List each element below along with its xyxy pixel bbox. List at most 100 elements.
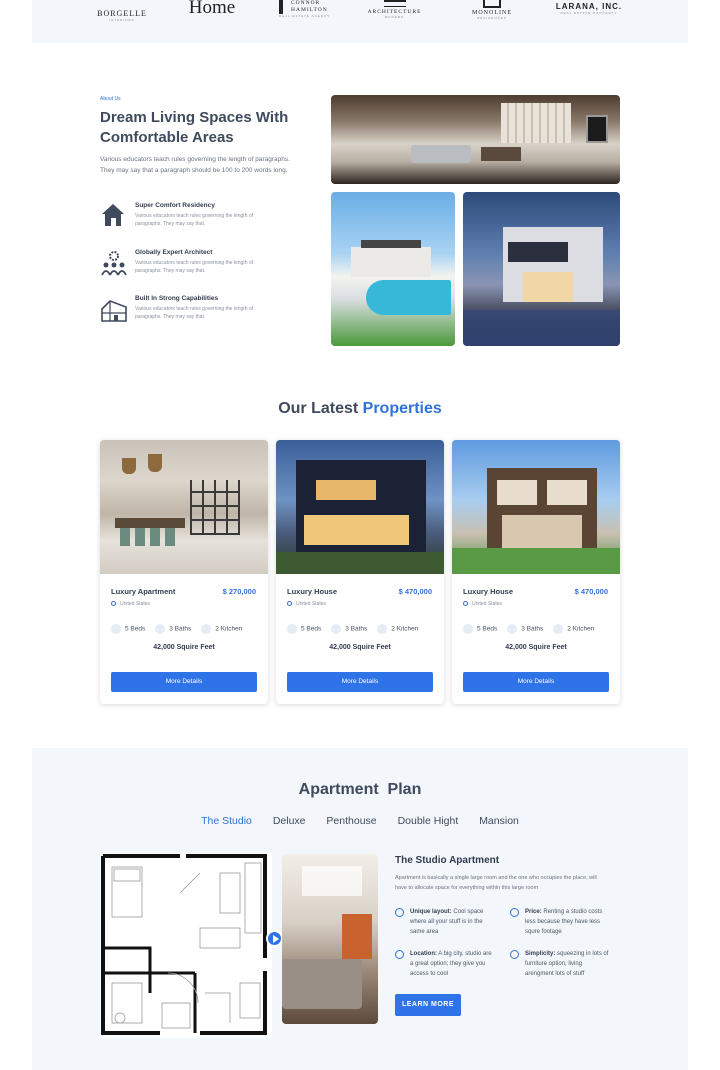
tab-mansion[interactable]: Mansion (479, 815, 519, 827)
location-text: United States (120, 601, 151, 607)
tab-penthouse[interactable]: Penthouse (326, 815, 376, 827)
about-title: Dream Living Spaces With Comfortable Are… (100, 109, 289, 146)
building-icon (101, 300, 127, 322)
property-image (100, 440, 268, 574)
logo-name: CONNOR HAMILTON (291, 0, 328, 13)
play-icon (273, 935, 279, 943)
property-area: 42,000 Squire Feet (329, 644, 391, 651)
pool-house-photo (331, 192, 455, 346)
properties-title-accent: Properties (362, 400, 442, 417)
studio-title: The Studio Apartment (395, 855, 500, 866)
kitchen-text: 2 Kitchen (391, 625, 419, 633)
partner-logos-strip: BORGELLE INTERIORS Home CONNOR HAMILTON … (32, 0, 688, 43)
property-features: 5 Beds 3 Baths 2 Kitchen (111, 624, 261, 634)
bed-icon (287, 624, 297, 634)
tab-double-hight[interactable]: Double Hight (398, 815, 459, 827)
bullet-label: Unique layout: (410, 909, 452, 915)
beds-text: 5 Beds (125, 625, 146, 633)
kitchen-count: 2 Kitchen (201, 624, 242, 634)
tab-the-studio[interactable]: The Studio (201, 815, 252, 827)
kitchen-text: 2 Kitchen (567, 625, 595, 633)
plan-title: Apartment Plan (298, 781, 422, 798)
learn-more-button[interactable]: LEARN MORE (395, 994, 461, 1016)
logo-sub: REAL ESTATE PROPERTY (560, 11, 618, 15)
kitchen-count: 2 Kitchen (377, 624, 418, 634)
team-gear-icon (101, 251, 127, 276)
logo-name: Home (188, 0, 236, 18)
beds-count: 5 Beds (111, 624, 145, 634)
kitchen-icon (377, 624, 388, 634)
logo-name: MONOLINE (472, 10, 512, 16)
plan-tabs: The Studio Deluxe Penthouse Double Hight… (0, 815, 720, 827)
property-area: 42,000 Squire Feet (153, 644, 215, 651)
play-video-button[interactable] (266, 930, 283, 947)
floor-plan-drawing (100, 853, 272, 1038)
logo-sub: RESIDENCES (477, 16, 507, 20)
property-name: Luxury House (463, 587, 514, 596)
property-price: $ 470,000 (574, 587, 608, 596)
property-name: Luxury House (287, 587, 338, 596)
feature-title: Globally Expert Architect (135, 249, 213, 256)
more-details-button[interactable]: More Details (111, 672, 257, 692)
bullet-simplicity: Simplicity: squeezing in lots of furnitu… (510, 949, 610, 979)
property-features: 5 Beds 3 Baths 2 Kitchen (463, 624, 613, 634)
kitchen-icon (201, 624, 212, 634)
baths-count: 3 Baths (331, 624, 367, 634)
baths-text: 3 Baths (345, 625, 368, 633)
properties-title: Our Latest Properties (0, 400, 720, 418)
logo-sub: INTERIORS (109, 18, 135, 22)
property-features: 5 Beds 3 Baths 2 Kitchen (287, 624, 437, 634)
about-eyebrow: About Us (100, 96, 121, 102)
feature-text: Various educators teach rules governing … (135, 260, 254, 274)
check-icon (510, 950, 519, 959)
check-icon (395, 950, 404, 959)
logo-architecture: ARCHITECTURE MODERN (362, 0, 427, 19)
baths-text: 3 Baths (521, 625, 544, 633)
bed-icon (111, 624, 121, 634)
kitchen-icon (553, 624, 564, 634)
property-price: $ 470,000 (398, 587, 432, 596)
baths-count: 3 Baths (507, 624, 543, 634)
property-card: Luxury House $ 470,000 United States 5 B… (276, 440, 444, 704)
baths-count: 3 Baths (155, 624, 191, 634)
modern-villa-photo (463, 192, 620, 346)
bed-icon (463, 624, 473, 634)
beds-count: 5 Beds (287, 624, 321, 634)
check-icon (395, 908, 404, 917)
more-details-button[interactable]: More Details (287, 672, 433, 692)
kitchen-count: 2 Kitchen (553, 624, 594, 634)
location-pin-icon (111, 601, 116, 607)
living-room-photo (331, 95, 620, 184)
bullet-price: Price: Renting a studio costs less becau… (510, 907, 610, 937)
logo-monoline: MONOLINE RESIDENCES (462, 0, 522, 20)
more-details-button[interactable]: More Details (463, 672, 609, 692)
logo-name: LARANA, INC. (555, 2, 623, 11)
bullet-location: Location: A big city, studio are a great… (395, 949, 495, 979)
location-text: United States (296, 601, 327, 607)
bath-icon (507, 624, 518, 634)
feature-text: Various educators teach rules governing … (135, 306, 254, 320)
logo-borgelle: BORGELLE INTERIORS (92, 0, 152, 22)
feature-text: Various educators teach rules governing … (135, 213, 254, 227)
property-image (276, 440, 444, 574)
bullet-label: Location: (410, 951, 437, 957)
feature-super-comfort: Super Comfort Residency Various educator… (100, 202, 300, 242)
feature-strong-capabilities: Built In Strong Capabilities Various edu… (100, 295, 300, 335)
house-icon (102, 204, 124, 226)
property-location: United States (111, 601, 150, 607)
logo-name: ARCHITECTURE (367, 9, 422, 15)
logo-sub: MODERN (384, 15, 405, 19)
kitchen-text: 2 Kitchen (215, 625, 243, 633)
logo-larana: LARANA, INC. REAL ESTATE PROPERTY (554, 0, 624, 15)
properties-title-plain: Our Latest (278, 400, 359, 417)
property-name: Luxury Apartment (111, 587, 176, 596)
property-image (452, 440, 620, 574)
property-location: United States (287, 601, 326, 607)
tab-deluxe[interactable]: Deluxe (273, 815, 306, 827)
bath-icon (331, 624, 342, 634)
feature-expert-architect: Globally Expert Architect Various educat… (100, 249, 300, 289)
check-icon (510, 908, 519, 917)
bullet-label: Simplicity: (525, 951, 556, 957)
location-text: United States (472, 601, 503, 607)
studio-description: Apartment is basically a single large ro… (395, 875, 597, 891)
